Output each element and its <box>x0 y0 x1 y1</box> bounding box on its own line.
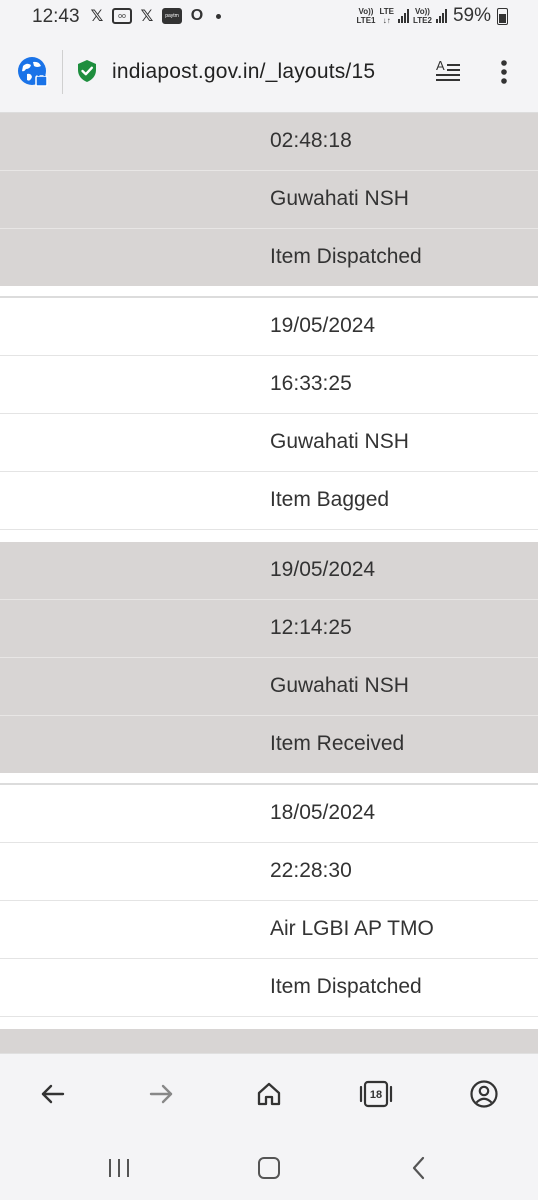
svg-text:A: A <box>436 58 445 73</box>
table-row: Item Received <box>0 716 538 773</box>
status-bar: 12:43 𝕏 oo 𝕏 paytm O Vo)) LTE1 LTE ↓↑ Vo))… <box>0 0 538 36</box>
home-button[interactable] <box>251 1076 287 1112</box>
dot-icon <box>216 13 221 19</box>
lte1-label: Vo)) LTE1 <box>356 7 376 25</box>
more-options-icon[interactable] <box>494 56 514 88</box>
lte-data-icon: LTE ↓↑ <box>379 7 394 25</box>
status-time: 12:43 <box>32 6 80 27</box>
table-row: 19/05/2024 <box>0 298 538 356</box>
forward-button[interactable] <box>143 1076 179 1112</box>
event-time: 12:14:25 <box>270 616 352 639</box>
table-row: Guwahati NSH <box>0 171 538 229</box>
event-date: 19/05/2024 <box>270 314 376 337</box>
event-time: 02:48:18 <box>270 129 352 152</box>
table-row: 02:48:18 <box>0 113 538 171</box>
signal2-icon <box>435 9 447 23</box>
home-square-icon <box>258 1157 280 1179</box>
opera-icon: O <box>190 7 204 24</box>
chevron-left-icon <box>412 1156 425 1180</box>
arrow-left-icon <box>41 1084 65 1104</box>
table-row: Item Dispatched <box>0 959 538 1017</box>
battery-percent: 59% <box>452 5 491 26</box>
event-status: Item Received <box>270 732 405 755</box>
event-status: Item Dispatched <box>270 245 422 268</box>
event-status: Item Bagged <box>270 488 390 511</box>
table-row: 22:28:30 <box>0 843 538 901</box>
event-status: Item Dispatched <box>270 975 422 998</box>
event-office: Air LGBI AP TMO <box>270 917 434 940</box>
recent-apps-icon <box>109 1159 129 1177</box>
group-separator <box>0 773 538 785</box>
tracking-event-group: 19/05/2024 16:33:25 Guwahati NSH Item Ba… <box>0 298 538 530</box>
reader-mode-icon[interactable]: A <box>434 58 462 86</box>
table-row <box>0 1029 538 1053</box>
table-row: 12:14:25 <box>0 600 538 658</box>
system-navigation-bar <box>0 1133 538 1200</box>
recent-apps-button[interactable] <box>104 1153 134 1183</box>
x-icon: 𝕏 <box>90 8 104 25</box>
table-row: 18/05/2024 <box>0 785 538 843</box>
system-indicators: Vo)) LTE1 LTE ↓↑ Vo)) LTE2 59% <box>357 5 508 27</box>
browser-bottom-toolbar: 18 <box>0 1053 538 1134</box>
table-row: Guwahati NSH <box>0 414 538 472</box>
event-time: 16:33:25 <box>270 372 352 395</box>
event-office: Guwahati NSH <box>270 187 409 210</box>
voicemail-icon: oo <box>112 8 132 24</box>
battery-icon <box>497 7 508 25</box>
tracking-table: 02:48:18 Guwahati NSH Item Dispatched 19… <box>0 113 538 1053</box>
paytm-icon: paytm <box>162 8 182 24</box>
shield-check-icon[interactable] <box>76 59 98 83</box>
tracking-event-group: 19/05/2024 12:14:25 Guwahati NSH Item Re… <box>0 542 538 773</box>
table-row: 19/05/2024 <box>0 542 538 600</box>
event-date: 18/05/2024 <box>270 801 376 824</box>
table-row: Guwahati NSH <box>0 658 538 716</box>
account-button[interactable] <box>466 1076 502 1112</box>
event-office: Guwahati NSH <box>270 430 409 453</box>
table-row: Air LGBI AP TMO <box>0 901 538 959</box>
lte2-label: Vo)) LTE2 <box>413 7 432 25</box>
table-row: 16:33:25 <box>0 356 538 414</box>
event-office: Guwahati NSH <box>270 674 409 697</box>
table-row: Item Bagged <box>0 472 538 530</box>
site-globe-icon[interactable] <box>17 56 49 88</box>
home-icon <box>257 1082 281 1106</box>
tab-count: 18 <box>370 1089 382 1101</box>
tabs-icon: 18 <box>359 1080 393 1108</box>
system-home-button[interactable] <box>254 1153 284 1183</box>
url-field[interactable]: indiapost.gov.in/_layouts/15 <box>112 60 418 84</box>
account-icon <box>470 1080 498 1108</box>
tracking-event-group: 02:48:18 Guwahati NSH Item Dispatched <box>0 113 538 286</box>
signal1-icon <box>398 9 409 23</box>
group-separator <box>0 1017 538 1029</box>
table-row: Item Dispatched <box>0 229 538 286</box>
back-button[interactable] <box>35 1076 71 1112</box>
group-separator <box>0 530 538 542</box>
event-time: 22:28:30 <box>270 859 352 882</box>
notification-icons: 𝕏 oo 𝕏 paytm O <box>88 7 221 25</box>
browser-address-bar: indiapost.gov.in/_layouts/15 A <box>0 36 538 113</box>
tabs-button[interactable]: 18 <box>358 1076 394 1112</box>
tracking-event-group-partial <box>0 1029 538 1053</box>
address-divider <box>62 50 63 94</box>
system-back-button[interactable] <box>404 1153 434 1183</box>
group-separator <box>0 286 538 298</box>
event-date: 19/05/2024 <box>270 558 376 581</box>
x-icon: 𝕏 <box>140 8 154 25</box>
arrow-right-icon <box>149 1084 173 1104</box>
tracking-event-group: 18/05/2024 22:28:30 Air LGBI AP TMO Item… <box>0 785 538 1017</box>
